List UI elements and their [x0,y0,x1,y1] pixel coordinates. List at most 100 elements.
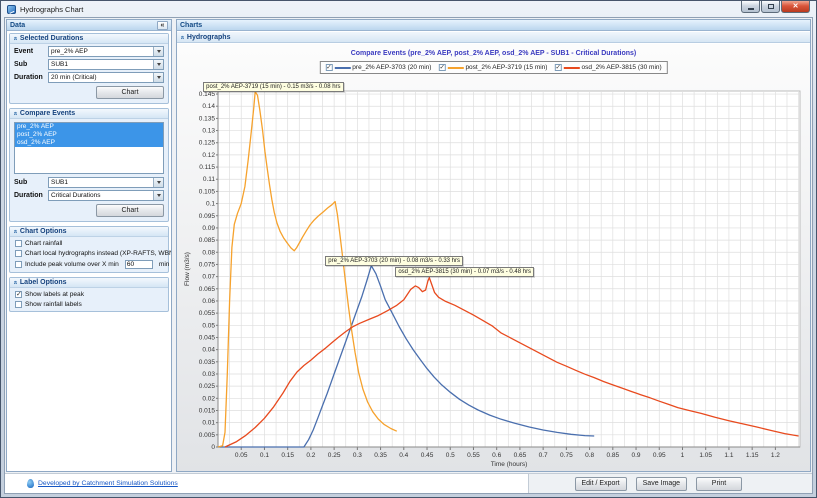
group-label-options-header[interactable]: « Label Options [10,278,168,288]
y-tick-label: 0.035 [199,359,216,366]
save-image-button[interactable]: Save Image [636,477,687,491]
credit-area: Developed by Catchment Simulation Soluti… [5,474,529,493]
x-tick-label: 0.6 [492,452,501,459]
x-axis-label: Time (hours) [491,461,528,468]
y-tick-label: 0.085 [199,237,216,244]
x-tick-label: 0.2 [306,452,315,459]
chart-area: Compare Events (pre_2% AEP, post_2% AEP,… [177,44,810,471]
dropdown-button[interactable] [153,178,163,187]
charts-panel-header: Charts [177,20,810,31]
y-tick-label: 0.12 [202,152,215,159]
group-compare-events-header[interactable]: « Compare Events [10,109,168,119]
minimize-button[interactable] [741,1,760,13]
credit-link[interactable]: Developed by Catchment Simulation Soluti… [38,480,178,487]
x-tick-label: 1.1 [724,452,733,459]
collapse-group-icon: « [11,37,18,41]
compare-sub-dropdown[interactable]: SUB1 [48,177,164,188]
y-tick-label: 0.055 [199,310,216,317]
sub-label: Sub [14,61,48,68]
charts-panel-title: Charts [180,22,202,29]
titlebar: Hydrographs Chart ✕ [1,1,816,17]
data-panel-title: Data [10,22,25,29]
legend-item-2[interactable]: ✓ osd_2% AEP-3815 (30 min) [554,64,661,71]
checkbox-show-peak-labels[interactable]: Show labels at peak [15,291,163,298]
peak-volume-minutes-input[interactable] [125,260,153,269]
x-tick-label: 1.05 [699,452,712,459]
bottom-bar: Developed by Catchment Simulation Soluti… [5,473,812,493]
y-tick-label: 0.115 [199,164,215,171]
checkbox[interactable] [15,291,22,298]
x-tick-label: 0.35 [374,452,387,459]
checkbox-local-hydrographs[interactable]: Chart local hydrographs instead (XP-RAFT… [15,250,163,257]
maximize-icon [768,4,774,9]
sub-dropdown[interactable]: SUB1 [48,59,164,70]
checkbox-peak-volume[interactable]: Include peak volume over X min min [15,260,163,269]
legend-item-0[interactable]: ✓ pre_2% AEP-3703 (20 min) [325,64,431,71]
chart-plot: 00.0050.010.0150.020.0250.030.0350.040.0… [177,44,808,471]
chevron-down-icon [157,181,161,184]
group-selected-durations: « Selected Durations Event pre_2% AEP Su… [9,33,169,104]
x-tick-label: 1 [681,452,685,459]
y-tick-label: 0.135 [199,115,216,122]
group-chart-options-header[interactable]: « Chart Options [10,227,168,237]
compare-duration-dropdown[interactable]: Critical Durations [48,190,164,201]
checkbox[interactable] [15,240,22,247]
checkbox[interactable] [15,261,22,268]
chart-title: Compare Events (pre_2% AEP, post_2% AEP,… [177,50,810,57]
x-tick-label: 0.75 [560,452,573,459]
compare-duration-row: Duration Critical Durations [14,190,164,201]
edit-export-button[interactable]: Edit / Export [575,477,627,491]
list-item[interactable]: pre_2% AEP [15,123,163,131]
print-button[interactable]: Print [696,477,742,491]
x-tick-label: 0.15 [281,452,294,459]
compare-sub-row: Sub SUB1 [14,177,164,188]
charts-panel: Charts « Hydrographs Compare Events (pre… [176,19,811,472]
sub-row: Sub SUB1 [14,59,164,70]
legend-label: pre_2% AEP-3703 (20 min) [352,64,431,71]
hydrographs-header[interactable]: « Hydrographs [177,32,810,43]
duration-dropdown[interactable]: 20 min (Critical) [48,72,164,83]
dropdown-button[interactable] [153,191,163,200]
app-icon [7,5,16,14]
y-tick-label: 0.06 [202,298,215,305]
legend-item-1[interactable]: ✓post_2% AEP-3719 (15 min) [438,64,547,71]
chevron-down-icon [157,63,161,66]
minimize-icon [748,8,754,10]
legend-label: osd_2% AEP-3815 (30 min) [581,64,661,71]
checkbox-chart-rainfall[interactable]: Chart rainfall [15,240,163,247]
y-tick-label: 0 [211,444,215,451]
y-tick-label: 0.03 [202,371,215,378]
y-tick-label: 0.015 [199,407,216,414]
chevron-down-icon [157,50,161,53]
checkbox-show-rainfall-labels[interactable]: Show rainfall labels [15,301,163,308]
checkbox[interactable] [15,301,22,308]
y-tick-label: 0.025 [199,383,216,390]
compare-events-list[interactable]: pre_2% AEP post_2% AEP osd_2% AEP [14,122,164,174]
chart-button-selected[interactable]: Chart [96,86,164,99]
window-controls: ✕ [741,1,810,13]
y-tick-label: 0.05 [202,322,215,329]
dropdown-button[interactable] [153,60,163,69]
chart-button-compare[interactable]: Chart [96,204,164,217]
collapse-panel-button[interactable]: « [157,21,168,30]
maximize-button[interactable] [761,1,780,13]
duration-label: Duration [14,74,48,81]
checkbox[interactable] [15,250,22,257]
legend-checkbox[interactable]: ✓ [438,64,445,71]
group-label-options: « Label Options Show labels at peak Show… [9,277,169,312]
group-chart-options: « Chart Options Chart rainfall Chart loc… [9,226,169,273]
collapse-group-icon: « [178,35,185,39]
close-button[interactable]: ✕ [781,1,810,13]
x-tick-label: 0.9 [632,452,641,459]
dropdown-button[interactable] [153,47,163,56]
list-item[interactable]: osd_2% AEP [15,139,163,147]
y-tick-label: 0.1 [206,201,215,208]
legend-checkbox[interactable]: ✓ [554,64,561,71]
legend-checkbox[interactable]: ✓ [325,64,332,71]
list-item[interactable]: post_2% AEP [15,131,163,139]
x-tick-label: 0.65 [514,452,527,459]
event-dropdown[interactable]: pre_2% AEP [48,46,164,57]
y-tick-label: 0.02 [202,395,215,402]
group-selected-durations-header[interactable]: « Selected Durations [10,34,168,44]
dropdown-button[interactable] [153,73,163,82]
